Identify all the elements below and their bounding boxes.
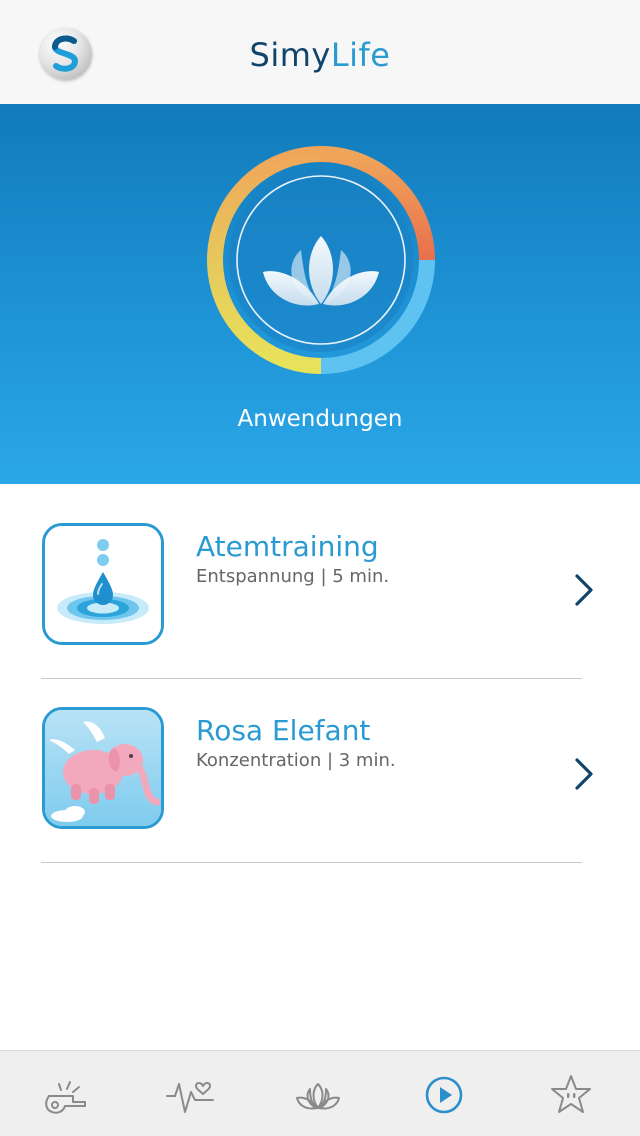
tab-lotus[interactable] — [290, 1071, 346, 1119]
whistle-icon — [45, 1081, 86, 1114]
tab-star[interactable] — [543, 1071, 599, 1119]
play-circle-icon — [425, 1076, 463, 1114]
app-title-part-1: Simy — [249, 36, 331, 74]
tab-play[interactable] — [416, 1071, 472, 1119]
item-subtitle: Konzentration | 3 min. — [196, 750, 396, 771]
divider — [41, 862, 582, 863]
lotus-icon — [296, 1083, 340, 1110]
progress-ring — [207, 146, 435, 374]
top-bar: SimyLife — [0, 0, 640, 104]
pink-elephant-icon — [42, 707, 164, 829]
heartbeat-icon — [166, 1082, 214, 1113]
item-title: Atemtraining — [196, 530, 379, 563]
bottom-tab-bar — [0, 1050, 640, 1136]
tab-whistle[interactable] — [36, 1071, 92, 1119]
water-drop-icon — [42, 523, 164, 645]
item-title: Rosa Elefant — [196, 714, 371, 747]
list-item-rosa-elefant[interactable]: Rosa Elefant Konzentration | 3 min. — [0, 668, 640, 854]
app-title-part-2: Life — [330, 36, 391, 74]
item-subtitle: Entspannung | 5 min. — [196, 566, 390, 587]
app-title: SimyLife — [0, 36, 640, 74]
star-icon — [551, 1075, 591, 1113]
hero-banner: Anwendungen — [0, 104, 640, 484]
chevron-right-icon[interactable] — [568, 570, 598, 610]
tab-heartbeat[interactable] — [162, 1071, 218, 1119]
chevron-right-icon[interactable] — [568, 754, 598, 794]
list-item-atemtraining[interactable]: Atemtraining Entspannung | 5 min. — [0, 484, 640, 670]
hero-label: Anwendungen — [237, 406, 403, 432]
